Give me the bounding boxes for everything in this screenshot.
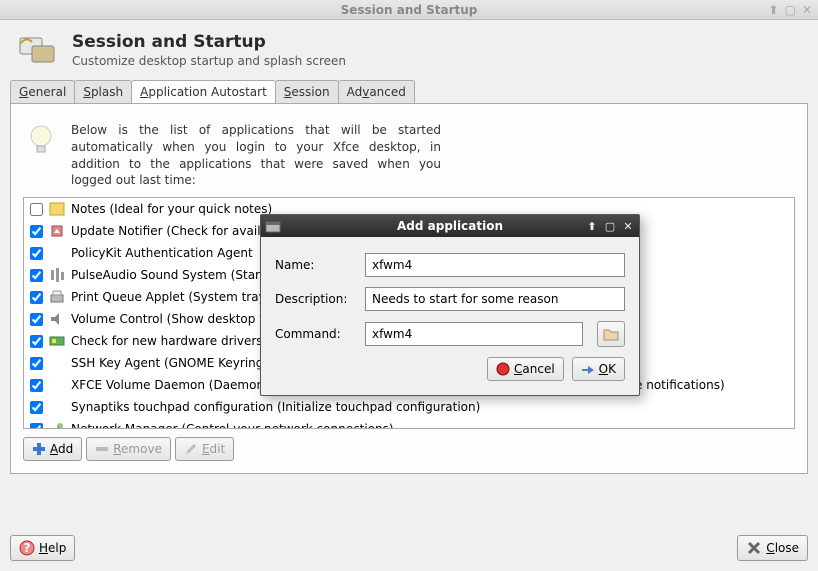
session-icon xyxy=(18,32,58,66)
page-subtitle: Customize desktop startup and splash scr… xyxy=(72,54,346,68)
folder-open-icon xyxy=(603,327,619,341)
item-checkbox[interactable] xyxy=(30,423,43,429)
dialog-close-icon[interactable]: ✕ xyxy=(621,219,635,233)
update-icon xyxy=(49,223,65,239)
cancel-icon xyxy=(496,362,510,376)
window-titlebar: Session and Startup ⬆ ▢ ✕ xyxy=(0,0,818,20)
command-label: Command: xyxy=(275,327,355,341)
ok-button[interactable]: OK xyxy=(572,357,625,381)
browse-button[interactable] xyxy=(597,321,625,347)
item-checkbox[interactable] xyxy=(30,291,43,304)
maximize-icon[interactable]: ▢ xyxy=(785,3,796,17)
item-checkbox[interactable] xyxy=(30,379,43,392)
tab-splash[interactable]: Splash xyxy=(74,80,132,103)
help-button[interactable]: ? Help xyxy=(10,535,75,561)
item-label: Synaptiks touchpad configuration (Initia… xyxy=(71,400,480,414)
network-icon xyxy=(49,421,65,429)
tab-general[interactable]: General xyxy=(10,80,75,103)
description-input[interactable] xyxy=(365,287,625,311)
close-window-icon[interactable]: ✕ xyxy=(802,3,812,17)
item-checkbox[interactable] xyxy=(30,401,43,414)
intro-text: Below is the list of applications that w… xyxy=(71,122,441,189)
item-checkbox[interactable] xyxy=(30,335,43,348)
tab-advanced[interactable]: Advanced xyxy=(338,80,415,103)
dialog-app-icon xyxy=(265,218,281,234)
close-button[interactable]: Close xyxy=(737,535,808,561)
add-application-dialog: Add application ⬆ ▢ ✕ Name: Description:… xyxy=(260,214,640,396)
edit-icon xyxy=(184,442,198,456)
tab-bar: General Splash Application Autostart Ses… xyxy=(10,80,808,104)
window-title: Session and Startup xyxy=(341,3,478,17)
close-icon xyxy=(746,540,762,556)
item-label: PolicyKit Authentication Agent xyxy=(71,246,253,260)
command-input[interactable] xyxy=(365,322,583,346)
item-checkbox[interactable] xyxy=(30,225,43,238)
item-checkbox[interactable] xyxy=(30,247,43,260)
list-item: Synaptiks touchpad configuration (Initia… xyxy=(24,396,794,418)
hardware-icon xyxy=(49,333,65,349)
description-label: Description: xyxy=(275,292,355,306)
page-title: Session and Startup xyxy=(72,32,346,52)
dialog-maximize-icon[interactable]: ▢ xyxy=(603,219,617,233)
notes-icon xyxy=(49,201,65,217)
dialog-title: Add application xyxy=(397,219,503,233)
audio-icon xyxy=(49,267,65,283)
svg-text:?: ? xyxy=(24,541,31,555)
item-label: Notes (Ideal for your quick notes) xyxy=(71,202,272,216)
remove-button[interactable]: Remove xyxy=(86,437,171,461)
tab-session[interactable]: Session xyxy=(275,80,339,103)
printer-icon xyxy=(49,289,65,305)
header: Session and Startup Customize desktop st… xyxy=(0,20,818,80)
help-icon: ? xyxy=(19,540,35,556)
tab-application-autostart[interactable]: Application Autostart xyxy=(131,80,276,103)
volume-icon xyxy=(49,311,65,327)
light-bulb-icon xyxy=(23,122,59,158)
item-checkbox[interactable] xyxy=(30,357,43,370)
item-checkbox[interactable] xyxy=(30,313,43,326)
dialog-titlebar[interactable]: Add application ⬆ ▢ ✕ xyxy=(261,215,639,237)
edit-button[interactable]: Edit xyxy=(175,437,234,461)
ok-icon xyxy=(581,362,595,376)
plus-icon xyxy=(32,442,46,456)
item-checkbox[interactable] xyxy=(30,269,43,282)
roll-up-icon[interactable]: ⬆ xyxy=(769,3,779,17)
add-button[interactable]: Add xyxy=(23,437,82,461)
minus-icon xyxy=(95,442,109,456)
name-input[interactable] xyxy=(365,253,625,277)
name-label: Name: xyxy=(275,258,355,272)
cancel-button[interactable]: Cancel xyxy=(487,357,564,381)
list-item: Network Manager (Control your network co… xyxy=(24,418,794,429)
dialog-roll-up-icon[interactable]: ⬆ xyxy=(585,219,599,233)
item-label: Network Manager (Control your network co… xyxy=(71,422,394,429)
item-checkbox[interactable] xyxy=(30,203,43,216)
